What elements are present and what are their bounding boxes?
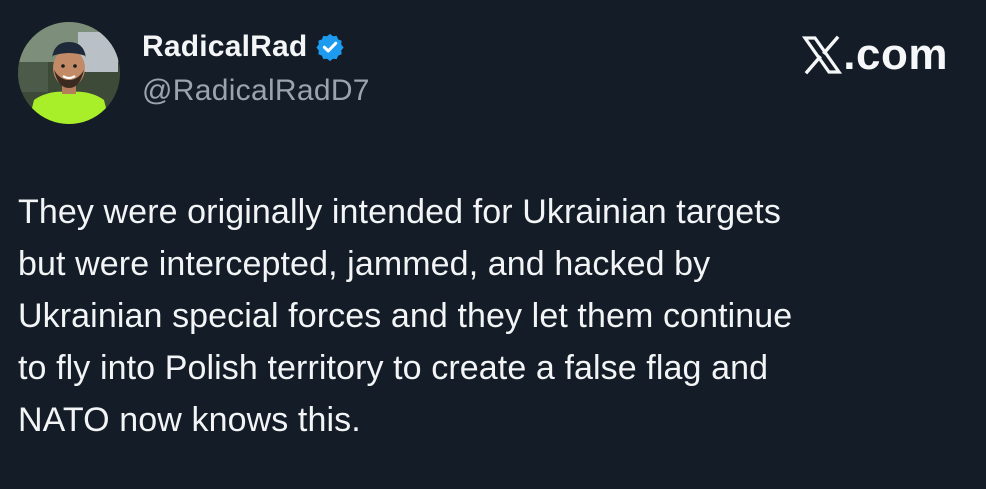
x-logo-icon [802,35,843,75]
display-name[interactable]: RadicalRad [142,30,307,64]
avatar[interactable] [18,22,120,124]
name-row: RadicalRad [142,30,370,64]
author-block: RadicalRad @RadicalRadD7 [142,30,370,108]
brand-label: .com [843,30,948,79]
profile-photo [18,22,120,124]
brand-logo: .com [802,30,948,80]
verified-badge-icon [315,32,345,62]
tweet-card: RadicalRad @RadicalRadD7 .com They were … [0,0,986,489]
tweet-text: They were originally intended for Ukrain… [18,193,793,439]
handle[interactable]: @RadicalRadD7 [142,74,370,108]
